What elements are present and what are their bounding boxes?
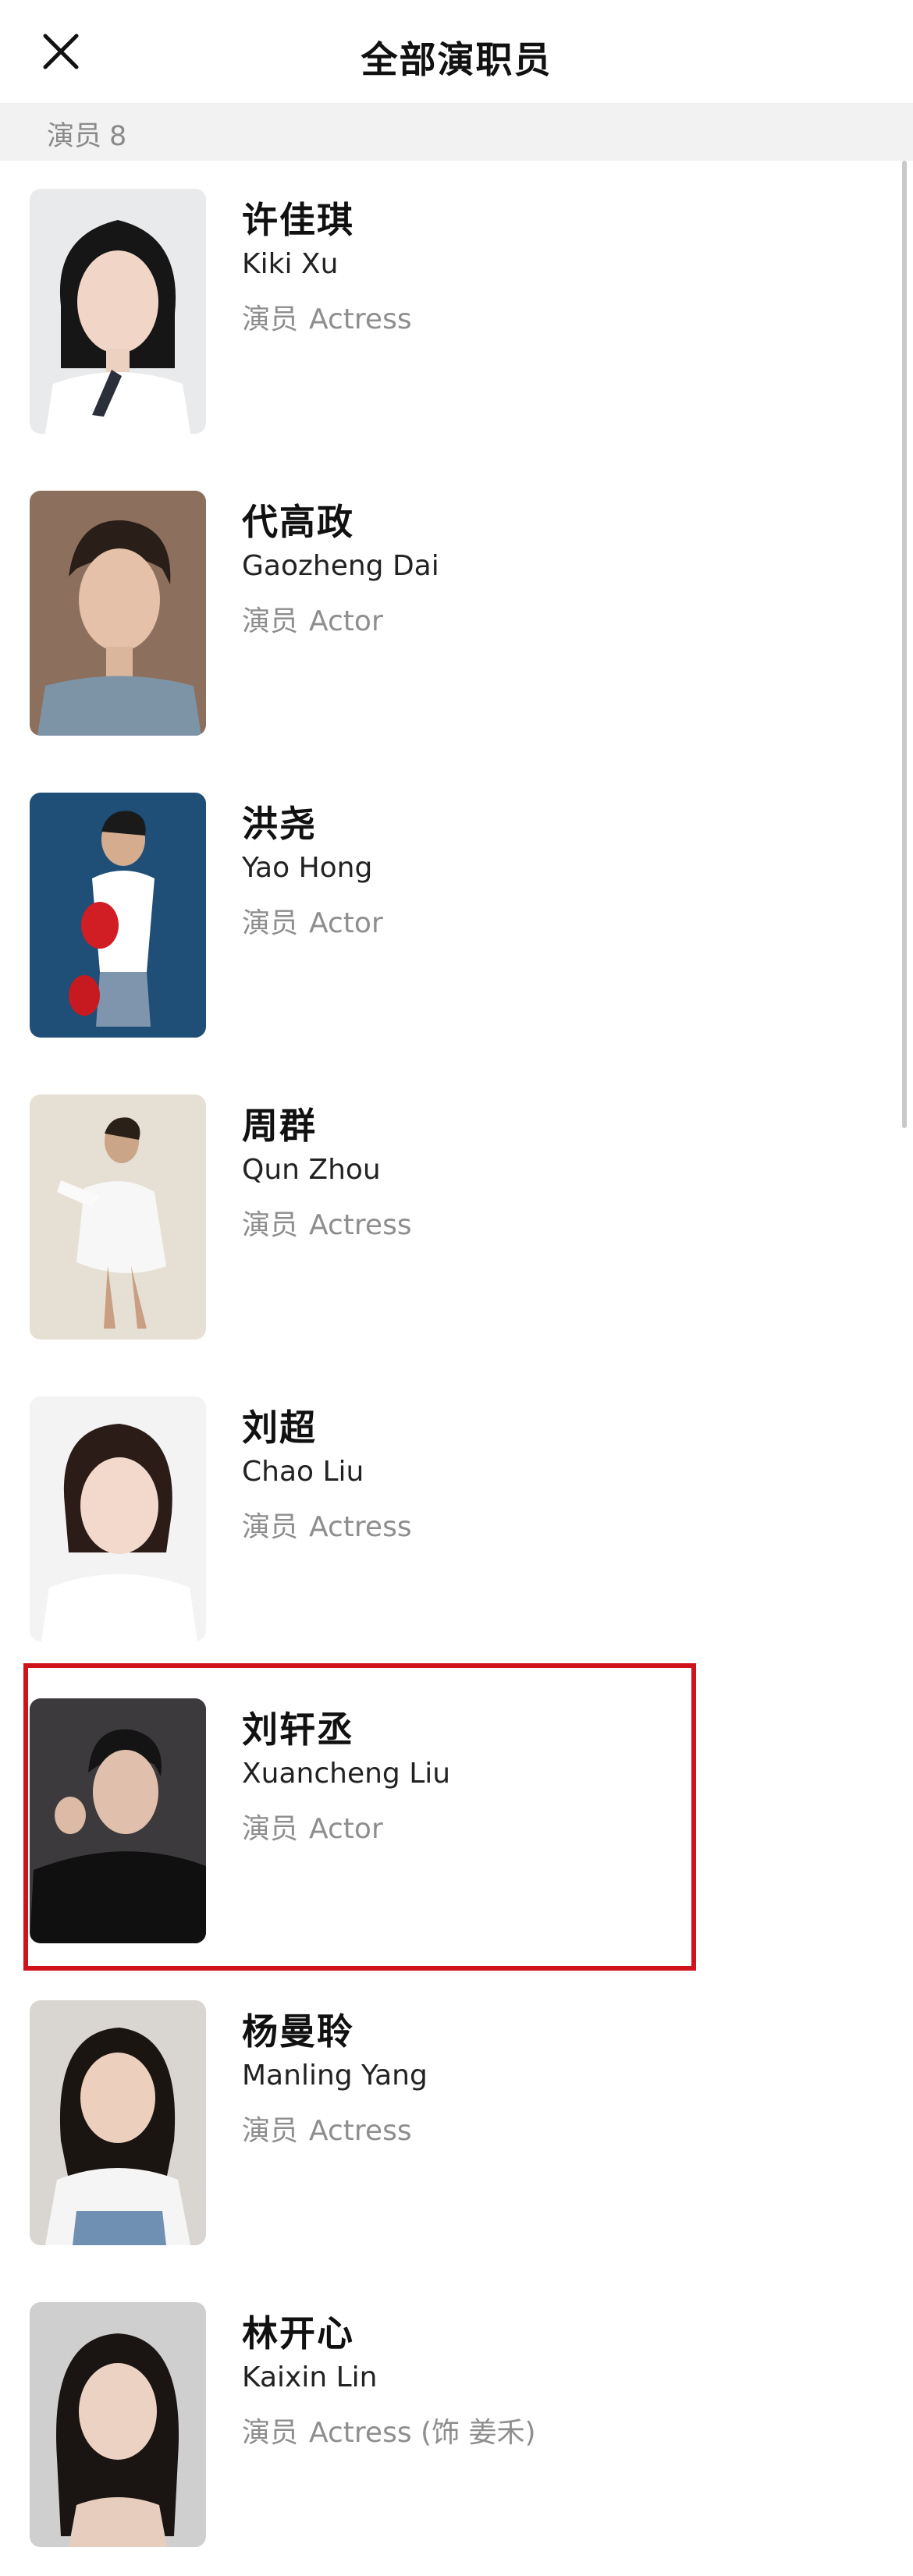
cast-photo	[30, 2302, 206, 2547]
role-en: Actress	[309, 2115, 412, 2147]
cast-name-en: Yao Hong	[242, 852, 373, 884]
cast-name-cn: 周群	[242, 1105, 317, 1147]
role-cn: 演员	[242, 2417, 299, 2449]
section-header: 演员 8	[0, 103, 913, 161]
role-en: Actress	[309, 303, 412, 335]
top-bar: 全部演职员	[0, 0, 913, 101]
cast-role: 演员 Actor	[242, 598, 383, 639]
cast-role: 演员 Actress (饰 姜禾)	[242, 2410, 536, 2450]
role-en: Actor	[309, 907, 383, 939]
cast-name-cn: 刘轩丞	[242, 1708, 354, 1751]
cast-name-en: Kiki Xu	[242, 248, 339, 280]
cast-name-en: Xuancheng Liu	[242, 1758, 451, 1790]
cast-item[interactable]: 林开心 Kaixin Lin 演员 Actress (饰 姜禾)	[0, 2274, 913, 2576]
role-cn: 演员	[242, 1209, 299, 1241]
cast-name-cn: 代高政	[242, 501, 354, 543]
cast-item[interactable]: 洪尧 Yao Hong 演员 Actor	[0, 765, 913, 1066]
cast-photo	[30, 1396, 206, 1641]
cast-role: 演员 Actor	[242, 1806, 383, 1847]
role-cn: 演员	[242, 2115, 299, 2147]
role-cn: 演员	[242, 303, 299, 335]
role-cn: 演员	[242, 605, 299, 637]
cast-item[interactable]: 杨曼聆 Manling Yang 演员 Actress	[0, 1972, 913, 2274]
cast-name-en: Chao Liu	[242, 1456, 364, 1488]
cast-role: 演员 Actress	[242, 1504, 412, 1545]
cast-photo	[30, 1698, 206, 1943]
cast-name-cn: 刘超	[242, 1407, 317, 1449]
cast-item[interactable]: 许佳琪 Kiki Xu 演员 Actress	[0, 161, 913, 463]
cast-item[interactable]: 代高政 Gaozheng Dai 演员 Actor	[0, 463, 913, 765]
role-en: Actress (饰 姜禾)	[309, 2417, 536, 2449]
cast-name-cn: 林开心	[242, 2312, 354, 2354]
cast-name-en: Manling Yang	[242, 2060, 428, 2092]
cast-role: 演员 Actor	[242, 900, 383, 941]
cast-name-en: Gaozheng Dai	[242, 550, 439, 582]
cast-photo	[30, 2000, 206, 2245]
role-en: Actor	[309, 605, 383, 637]
cast-photo	[30, 793, 206, 1038]
section-label: 演员 8	[47, 114, 134, 154]
role-en: Actress	[309, 1209, 412, 1241]
cast-name-en: Kaixin Lin	[242, 2361, 378, 2393]
cast-photo	[30, 189, 206, 434]
cast-item[interactable]: 刘轩丞 Xuancheng Liu 演员 Actor	[0, 1670, 913, 1972]
role-en: Actor	[309, 1813, 383, 1845]
cast-name-cn: 许佳琪	[242, 199, 354, 241]
cast-name-cn: 杨曼聆	[242, 2010, 354, 2053]
cast-photo	[30, 491, 206, 736]
role-cn: 演员	[242, 1511, 299, 1543]
page-title: 全部演职员	[361, 39, 552, 82]
section-title: 演员	[47, 121, 102, 152]
role-cn: 演员	[242, 907, 299, 939]
section-count: 8	[109, 121, 127, 152]
cast-item[interactable]: 周群 Qun Zhou 演员 Actress	[0, 1066, 913, 1368]
cast-photo	[30, 1095, 206, 1339]
cast-name-cn: 洪尧	[242, 803, 317, 845]
cast-item[interactable]: 刘超 Chao Liu 演员 Actress	[0, 1368, 913, 1670]
role-cn: 演员	[242, 1813, 299, 1845]
cast-name-en: Qun Zhou	[242, 1154, 381, 1186]
cast-role: 演员 Actress	[242, 296, 412, 337]
cast-role: 演员 Actress	[242, 2108, 412, 2148]
role-en: Actress	[309, 1511, 412, 1543]
cast-role: 演员 Actress	[242, 1202, 412, 1243]
